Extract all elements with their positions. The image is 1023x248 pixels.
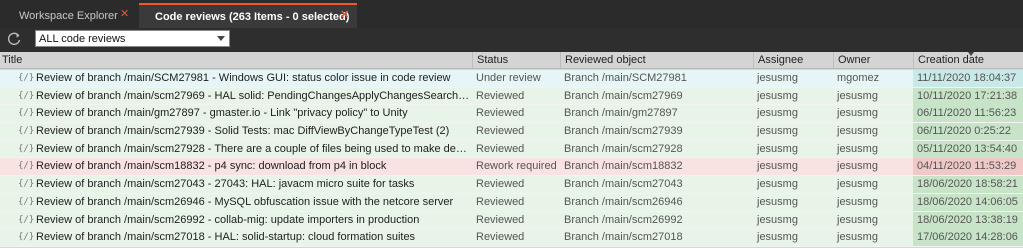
review-status: Reviewed <box>476 213 525 226</box>
review-owner: jesusmg <box>837 213 878 226</box>
tab-bar: Workspace Explorer ✕ Code reviews (263 I… <box>0 0 1023 28</box>
review-owner: jesusmg <box>837 195 878 208</box>
review-status: Reviewed <box>476 125 525 138</box>
review-list: {/} Review of branch /main/SCM27981 - Win… <box>0 70 1023 247</box>
creation-date: 04/11/2020 11:53:29 <box>913 158 1023 176</box>
review-assignee: jesusmg <box>757 89 798 102</box>
table-row[interactable]: {/} Review of branch /main/scm27018 - HAL… <box>0 229 1023 247</box>
sort-descending-icon <box>968 52 974 56</box>
review-title: Review of branch /main/gm27897 - gmaster… <box>36 107 408 120</box>
review-status: Reviewed <box>476 231 525 244</box>
table-row[interactable]: {/} Review of branch /main/scm27043 - 270… <box>0 176 1023 194</box>
reviewed-object: Branch /main/scm18832 <box>564 160 683 173</box>
review-status: Rework required <box>476 160 557 173</box>
review-title: Review of branch /main/scm18832 - p4 syn… <box>36 160 387 173</box>
review-title: Review of branch /main/scm26992 - collab… <box>36 213 420 226</box>
review-assignee: jesusmg <box>757 72 798 84</box>
table-row[interactable]: {/} Review of branch /main/scm27939 - Sol… <box>0 123 1023 141</box>
reviewed-object: Branch /main/scm27928 <box>564 142 683 155</box>
creation-date: 11/11/2020 18:04:37 <box>913 70 1023 87</box>
review-owner: jesusmg <box>837 107 878 120</box>
toolbar: ALL code reviews <box>0 28 1023 52</box>
table-row[interactable]: {/} Review of branch /main/gm27897 - gmas… <box>0 105 1023 124</box>
close-icon[interactable]: ✕ <box>340 8 349 21</box>
creation-date: 18/06/2020 14:06:05 <box>913 193 1023 211</box>
reviewed-object: Branch /main/scm27043 <box>564 178 683 191</box>
creation-date: 17/06/2020 14:28:06 <box>913 229 1023 247</box>
column-header-owner[interactable]: Owner <box>833 52 913 69</box>
review-assignee: jesusmg <box>757 213 798 226</box>
reviewed-object: Branch /main/scm26946 <box>564 195 683 208</box>
creation-date: 18/06/2020 13:38:19 <box>913 211 1023 229</box>
review-owner: jesusmg <box>837 160 878 173</box>
column-header-assignee[interactable]: Assignee <box>753 52 833 69</box>
review-title: Review of branch /main/scm27043 - 27043:… <box>36 178 415 191</box>
table-row[interactable]: {/} Review of branch /main/scm27928 - The… <box>0 140 1023 159</box>
creation-date: 10/11/2020 17:21:38 <box>913 87 1023 105</box>
tab-code-reviews[interactable]: Code reviews (263 Items - 0 selected) ✕ <box>139 3 357 28</box>
review-status: Reviewed <box>476 142 525 155</box>
reviewed-object: Branch /main/SCM27981 <box>564 72 687 84</box>
filter-value: ALL code reviews <box>39 32 126 45</box>
review-assignee: jesusmg <box>757 160 798 173</box>
table-header: Title Status Reviewed object Assignee Ow… <box>0 52 1023 69</box>
review-owner: jesusmg <box>837 231 878 244</box>
review-title: Review of branch /main/scm27969 - HAL so… <box>36 89 472 102</box>
table-row[interactable]: {/} Review of branch /main/scm26946 - MyS… <box>0 193 1023 212</box>
review-title: Review of branch /main/scm27939 - Solid … <box>36 125 450 138</box>
review-owner: jesusmg <box>837 89 878 102</box>
review-title: Review of branch /main/scm26946 - MySQL … <box>36 195 454 208</box>
review-assignee: jesusmg <box>757 231 798 244</box>
creation-date: 18/06/2020 18:58:21 <box>913 176 1023 194</box>
reviewed-object: Branch /main/scm26992 <box>564 213 683 226</box>
review-title: Review of branch /main/scm27018 - HAL: s… <box>36 231 416 244</box>
review-title: Review of branch /main/SCM27981 - Window… <box>36 72 451 84</box>
review-assignee: jesusmg <box>757 195 798 208</box>
table-row[interactable]: {/} Review of branch /main/scm27969 - HAL… <box>0 87 1023 106</box>
review-status: Reviewed <box>476 178 525 191</box>
refresh-icon[interactable] <box>6 30 22 48</box>
reviewed-object: Branch /main/scm27939 <box>564 125 683 138</box>
review-owner: jesusmg <box>837 178 878 191</box>
review-owner: mgomez <box>837 72 880 84</box>
chevron-down-icon <box>217 36 225 41</box>
review-assignee: jesusmg <box>757 107 798 120</box>
review-owner: jesusmg <box>837 142 878 155</box>
review-status: Under review <box>476 72 541 84</box>
review-assignee: jesusmg <box>757 142 798 155</box>
review-status: Reviewed <box>476 107 525 120</box>
review-title: Review of branch /main/scm27928 - There … <box>36 142 472 155</box>
table-row[interactable]: {/} Review of branch /main/scm26992 - col… <box>0 211 1023 230</box>
creation-date: 06/11/2020 11:56:23 <box>913 105 1023 123</box>
close-icon[interactable]: ✕ <box>120 7 129 20</box>
table-row[interactable]: {/} Review of branch /main/scm18832 - p4 … <box>0 158 1023 177</box>
review-filter-select[interactable]: ALL code reviews <box>35 30 230 47</box>
review-status: Reviewed <box>476 89 525 102</box>
review-status: Reviewed <box>476 195 525 208</box>
review-assignee: jesusmg <box>757 178 798 191</box>
reviewed-object: Branch /main/scm27018 <box>564 231 683 244</box>
tab-workspace-explorer[interactable]: Workspace Explorer ✕ <box>0 3 138 28</box>
tab-label: Code reviews (263 Items - 0 selected) <box>155 10 350 23</box>
reviewed-object: Branch /main/gm27897 <box>564 107 678 120</box>
review-assignee: jesusmg <box>757 125 798 138</box>
tab-label: Workspace Explorer <box>19 9 118 22</box>
creation-date: 05/11/2020 13:54:40 <box>913 140 1023 158</box>
table-row[interactable]: {/} Review of branch /main/SCM27981 - Win… <box>0 70 1023 88</box>
column-header-status[interactable]: Status <box>472 52 560 69</box>
reviewed-object: Branch /main/scm27969 <box>564 89 683 102</box>
creation-date: 06/11/2020 0:25:22 <box>913 123 1023 141</box>
column-header-title[interactable]: Title <box>0 52 472 69</box>
review-owner: jesusmg <box>837 125 878 138</box>
column-header-reviewed-object[interactable]: Reviewed object <box>560 52 753 69</box>
